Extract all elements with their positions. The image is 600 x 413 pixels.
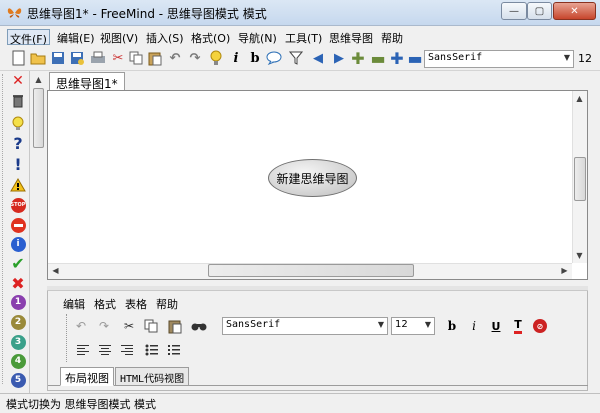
menu-edit[interactable]: 编辑(E): [55, 29, 97, 45]
chevron-down-icon: ▼: [563, 53, 570, 62]
exclamation-icon[interactable]: !: [9, 155, 27, 174]
tab-html-view[interactable]: HTML代码视图: [115, 367, 190, 386]
redo-icon[interactable]: ↷: [187, 50, 203, 66]
chevron-down-icon: ▼: [424, 320, 431, 329]
tab-mindmap[interactable]: 思维导图1*: [49, 72, 125, 91]
note-paste-icon[interactable]: [166, 318, 184, 334]
info-icon[interactable]: i: [9, 235, 27, 253]
zoom-in-blue-icon[interactable]: ✚: [389, 49, 405, 68]
note-font-family-select[interactable]: SansSerif ▼: [222, 317, 388, 335]
cross-icon[interactable]: ✖: [9, 274, 27, 293]
note-underline-icon[interactable]: U: [487, 318, 505, 334]
priority-1-icon[interactable]: 1: [9, 293, 27, 311]
menu-view[interactable]: 视图(V): [98, 29, 140, 45]
menu-file[interactable]: 文件(F): [7, 29, 50, 46]
new-map-icon[interactable]: [11, 50, 27, 66]
window-title: 思维导图1* - FreeMind - 思维导图模式 模式: [27, 7, 267, 21]
map-vscroll-thumb[interactable]: [574, 157, 586, 201]
note-menu-edit[interactable]: 编辑: [63, 296, 85, 312]
root-node[interactable]: 新建思维导图: [268, 159, 357, 197]
filter-icon[interactable]: [288, 50, 304, 66]
lightbulb-icon[interactable]: [208, 50, 224, 66]
chevron-down-icon: ▼: [377, 320, 384, 329]
menu-help[interactable]: 帮助: [379, 29, 405, 45]
note-menu-help[interactable]: 帮助: [156, 296, 178, 312]
align-left-icon[interactable]: [74, 342, 92, 358]
freemind-butterfly-icon: [7, 8, 22, 18]
note-menu-table[interactable]: 表格: [125, 296, 147, 312]
font-size-value[interactable]: 12: [578, 52, 592, 65]
nav-back-icon[interactable]: ◀: [310, 50, 326, 66]
align-center-icon[interactable]: [96, 342, 114, 358]
note-text-color-icon[interactable]: T: [509, 318, 527, 334]
status-text: 模式切换为 思维导图模式 模式: [6, 398, 156, 411]
italic-icon[interactable]: i: [228, 50, 244, 66]
sidebar-grip[interactable]: [2, 74, 6, 384]
note-redo-icon[interactable]: ↷: [95, 318, 113, 334]
note-undo-icon[interactable]: ↶: [72, 318, 90, 334]
numbered-list-icon[interactable]: [165, 342, 183, 358]
warning-icon[interactable]: [9, 176, 27, 194]
question-icon[interactable]: ?: [9, 134, 27, 153]
note-italic-icon[interactable]: i: [465, 318, 483, 334]
priority-4-icon[interactable]: 4: [9, 352, 27, 370]
nav-forward-icon[interactable]: ▶: [331, 50, 347, 66]
scroll-up-icon[interactable]: ▲: [572, 91, 587, 106]
scroll-left-icon[interactable]: ◀: [48, 263, 63, 278]
priority-2-icon[interactable]: 2: [9, 313, 27, 331]
menu-tools[interactable]: 工具(T): [283, 29, 324, 45]
menu-format[interactable]: 格式(O): [189, 29, 232, 45]
paste-icon[interactable]: [147, 50, 163, 66]
note-bold-icon[interactable]: b: [443, 318, 461, 334]
scroll-down-icon[interactable]: ▼: [572, 248, 587, 263]
menu-insert[interactable]: 插入(S): [144, 29, 186, 45]
copy-icon[interactable]: [128, 50, 144, 66]
note-remove-format-icon[interactable]: ⊘: [531, 318, 549, 334]
priority-3-icon[interactable]: 3: [9, 333, 27, 351]
no-entry-icon[interactable]: [9, 216, 27, 234]
align-right-icon[interactable]: [118, 342, 136, 358]
cloud-icon[interactable]: [266, 50, 282, 66]
undo-icon[interactable]: ↶: [167, 50, 183, 66]
minimize-button[interactable]: —: [501, 2, 527, 20]
maximize-button[interactable]: ▢: [527, 2, 552, 20]
print-icon[interactable]: [90, 50, 106, 66]
menu-mindmap[interactable]: 思维导图: [327, 29, 375, 45]
save-as-icon[interactable]: [69, 50, 85, 66]
map-hscroll-thumb[interactable]: [208, 264, 414, 277]
note-font-size-select[interactable]: 12 ▼: [391, 317, 435, 335]
tab-layout-view[interactable]: 布局视图: [60, 367, 114, 386]
note-menu-format[interactable]: 格式: [94, 296, 116, 312]
trash-icon[interactable]: [9, 91, 27, 109]
save-icon[interactable]: [50, 50, 66, 66]
zoom-out-green-icon[interactable]: ▬: [370, 49, 386, 68]
note-cut-icon[interactable]: ✂: [120, 318, 138, 334]
panel-splitter[interactable]: [47, 286, 588, 291]
open-icon[interactable]: [30, 50, 46, 66]
sidebar-scrollbar-thumb[interactable]: [33, 88, 44, 148]
close-button[interactable]: ✕: [553, 2, 596, 20]
scroll-right-icon[interactable]: ▶: [557, 263, 572, 278]
find-binoculars-icon[interactable]: [190, 318, 208, 334]
delete-icon[interactable]: ✕: [9, 72, 27, 90]
idea-icon[interactable]: [9, 115, 27, 133]
font-family-select[interactable]: SansSerif ▼: [424, 50, 574, 68]
note-copy-icon[interactable]: [142, 318, 160, 334]
note-font-family-value: SansSerif: [226, 319, 281, 330]
menu-navigate[interactable]: 导航(N): [236, 29, 279, 45]
zoom-out-blue-icon[interactable]: ▬: [407, 49, 423, 68]
bold-icon[interactable]: b: [247, 50, 263, 66]
font-family-value: SansSerif: [428, 52, 483, 63]
chevron-up-icon[interactable]: ▲: [31, 72, 46, 87]
cut-icon[interactable]: ✂: [110, 50, 126, 66]
stop-icon[interactable]: STOP: [9, 196, 27, 214]
note-font-size-value: 12: [395, 319, 408, 330]
zoom-in-green-icon[interactable]: ✚: [350, 49, 366, 68]
bullet-list-icon[interactable]: [143, 342, 161, 358]
note-toolbar-grip: [66, 314, 69, 362]
priority-5-icon[interactable]: 5: [9, 371, 27, 389]
check-icon[interactable]: ✔: [9, 254, 27, 273]
